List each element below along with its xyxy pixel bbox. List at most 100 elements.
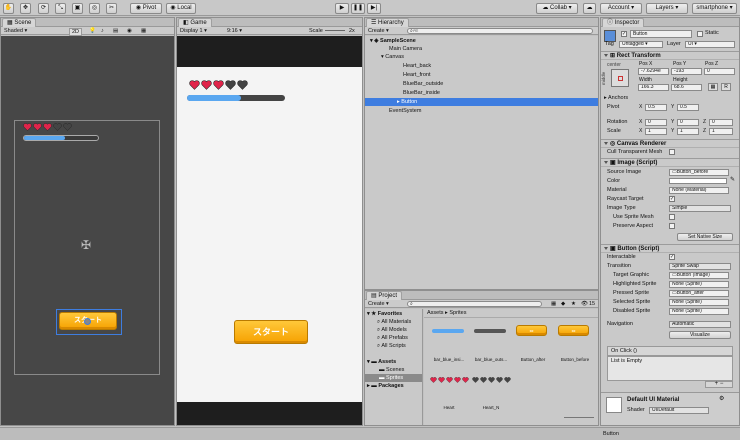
rect-transform-header[interactable]: ⊞ Rect Transform bbox=[601, 51, 739, 60]
assets-folder[interactable]: ▾ ▬ Assets bbox=[365, 358, 422, 366]
transform-tool-icon[interactable]: ◎ bbox=[89, 3, 100, 14]
image-type-dropdown[interactable]: Simple bbox=[669, 205, 731, 212]
account-dropdown[interactable]: Account ▾ bbox=[600, 3, 642, 14]
hierarchy-item-bluebar-inside[interactable]: BlueBar_inside bbox=[365, 89, 598, 97]
pos-z-input[interactable]: 0 bbox=[704, 68, 735, 75]
tag-dropdown[interactable]: Untagged ▾ bbox=[619, 41, 663, 48]
hand-tool-icon[interactable]: ✋ bbox=[3, 3, 14, 14]
shader-dropdown[interactable]: UI/Default bbox=[649, 407, 709, 414]
visibility-icon[interactable]: ◉ bbox=[127, 27, 132, 35]
asset-thumb-button-after[interactable]: ▭ Button_after bbox=[514, 321, 550, 362]
pivot-y-input[interactable]: 0.5 bbox=[677, 104, 699, 111]
project-create-dropdown[interactable]: Create ▾ bbox=[368, 300, 389, 308]
layer-dropdown[interactable]: UI ▾ bbox=[685, 41, 735, 48]
pressed-field[interactable]: ▭Button_after bbox=[669, 290, 729, 297]
collab-dropdown[interactable]: ☁ Collab ▾ bbox=[536, 3, 578, 14]
hierarchy-item-event-system[interactable]: EventSystem bbox=[365, 107, 598, 115]
breadcrumb-current[interactable]: Sprites bbox=[449, 310, 466, 316]
source-image-field[interactable]: ▭Button_before bbox=[669, 169, 729, 176]
asset-thumb-heart-n[interactable]: Heart_N bbox=[472, 369, 511, 410]
rotate-tool-icon[interactable]: ⟳ bbox=[38, 3, 49, 14]
use-mesh-checkbox[interactable] bbox=[669, 214, 675, 220]
scale-y-input[interactable]: 1 bbox=[677, 128, 699, 135]
thumbnail-size-slider[interactable] bbox=[564, 417, 594, 418]
pivot-x-input[interactable]: 0.5 bbox=[645, 104, 667, 111]
play-button[interactable]: ▶ bbox=[335, 3, 349, 14]
color-swatch[interactable] bbox=[669, 178, 727, 184]
selected-field[interactable]: None (Sprite) bbox=[669, 299, 729, 306]
grid-icon[interactable]: ▦ bbox=[141, 27, 146, 35]
game-viewport[interactable]: スタート bbox=[177, 67, 362, 402]
mode-2d-toggle[interactable]: 2D bbox=[69, 28, 83, 36]
cull-checkbox[interactable] bbox=[669, 149, 675, 155]
hierarchy-create-dropdown[interactable]: Create ▾ bbox=[368, 27, 389, 35]
material-settings-icon[interactable]: ⚙ bbox=[719, 395, 724, 402]
raycast-checkbox[interactable]: ✓ bbox=[669, 196, 675, 202]
rect-tool-icon[interactable]: ▣ bbox=[72, 3, 83, 14]
scale-x-input[interactable]: 1 bbox=[645, 128, 667, 135]
scale-z-input[interactable]: 1 bbox=[709, 128, 733, 135]
highlighted-field[interactable]: None (Sprite) bbox=[669, 281, 729, 288]
hierarchy-search-input[interactable]: ⌕All bbox=[407, 28, 593, 34]
pos-x-input[interactable]: -7.6294e bbox=[638, 68, 669, 75]
rot-y-input[interactable]: 0 bbox=[677, 119, 699, 126]
minus-icon[interactable]: − bbox=[720, 381, 724, 387]
width-input[interactable]: 166.3 bbox=[638, 84, 669, 91]
target-graphic-field[interactable]: ▭Button (Image) bbox=[669, 272, 729, 279]
custom-tool-icon[interactable]: ✂ bbox=[106, 3, 117, 14]
folder-scenes[interactable]: ▬ Scenes bbox=[365, 366, 422, 374]
blueprint-mode-icon[interactable]: ▦ bbox=[708, 83, 718, 91]
anchors-foldout[interactable]: ▸ Anchors bbox=[601, 94, 739, 102]
hierarchy-item-canvas[interactable]: ▾ Canvas bbox=[365, 53, 598, 61]
scene-viewport[interactable]: ✠ スタート bbox=[1, 36, 174, 425]
pos-y-input[interactable]: -193 bbox=[671, 68, 702, 75]
material-field[interactable]: None (Material) bbox=[669, 187, 729, 194]
height-input[interactable]: 68.6 bbox=[671, 84, 702, 91]
favorites-folder[interactable]: ▾ ★ Favorites bbox=[365, 310, 422, 318]
visibility-count-icon[interactable]: 👁 bbox=[581, 300, 588, 308]
light-icon[interactable]: 💡 bbox=[89, 27, 96, 35]
favorite-star-icon[interactable]: ★ bbox=[571, 300, 576, 308]
fav-all-scripts[interactable]: ⌕ All Scripts bbox=[365, 342, 422, 350]
onclick-add-remove[interactable]: + − bbox=[705, 381, 733, 388]
navigation-dropdown[interactable]: Automatic bbox=[669, 321, 731, 328]
pause-button[interactable]: ❚❚ bbox=[351, 3, 365, 14]
move-tool-icon[interactable]: ✥ bbox=[20, 3, 31, 14]
tab-inspector[interactable]: ⓘ Inspector bbox=[602, 18, 645, 27]
project-search-input[interactable]: ⌕ bbox=[407, 301, 542, 307]
local-toggle[interactable]: ◉ Local bbox=[166, 3, 196, 14]
tab-hierarchy[interactable]: ☰ Hierarchy bbox=[366, 18, 409, 27]
game-start-button[interactable]: スタート bbox=[234, 320, 308, 344]
plus-icon[interactable]: + bbox=[715, 381, 719, 387]
visualize-button[interactable]: Visualize bbox=[669, 331, 731, 339]
audio-icon[interactable]: ♪ bbox=[101, 27, 104, 35]
hierarchy-item-main-camera[interactable]: Main Camera bbox=[365, 45, 598, 53]
raw-edit-button[interactable]: R bbox=[721, 83, 731, 91]
canvas-renderer-header[interactable]: ◎ Canvas Renderer bbox=[601, 139, 739, 148]
rot-z-input[interactable]: 0 bbox=[709, 119, 733, 126]
hierarchy-item-button[interactable]: ▸ Button bbox=[365, 98, 598, 106]
fav-all-prefabs[interactable]: ⌕ All Prefabs bbox=[365, 334, 422, 342]
step-button[interactable]: ▶| bbox=[367, 3, 381, 14]
asset-thumb-heart[interactable]: Heart bbox=[430, 369, 469, 410]
asset-thumb-button-before[interactable]: ▭ Button_before bbox=[556, 321, 592, 362]
asset-thumb-bar-blue-outside[interactable]: bar_blue_outs... bbox=[472, 321, 508, 362]
interactable-checkbox[interactable]: ✓ bbox=[669, 254, 675, 260]
pivot-handle[interactable] bbox=[84, 318, 91, 325]
cloud-icon[interactable]: ☁ bbox=[583, 3, 596, 14]
image-header[interactable]: ▣ Image (Script) bbox=[601, 158, 739, 167]
tab-project[interactable]: ▤ Project bbox=[366, 291, 403, 300]
preserve-checkbox[interactable] bbox=[669, 223, 675, 229]
scale-slider[interactable] bbox=[325, 30, 345, 31]
packages-folder[interactable]: ▸ ▬ Packages bbox=[365, 382, 422, 390]
hierarchy-item-heart-back[interactable]: Heart_back bbox=[365, 62, 598, 70]
layout-dropdown[interactable]: smartphone ▾ bbox=[692, 3, 737, 14]
tab-game[interactable]: ◧ Game bbox=[178, 18, 212, 27]
eyedropper-icon[interactable]: ✎ bbox=[730, 176, 735, 183]
effects-icon[interactable]: ▤ bbox=[113, 27, 118, 35]
set-native-size-button[interactable]: Set Native Size bbox=[677, 233, 733, 241]
breadcrumb-root[interactable]: Assets bbox=[427, 310, 444, 316]
aspect-dropdown[interactable]: 9:16 ▾ bbox=[227, 27, 242, 35]
filter-type-icon[interactable]: ▦ bbox=[551, 300, 556, 308]
disabled-field[interactable]: None (Sprite) bbox=[669, 308, 729, 315]
